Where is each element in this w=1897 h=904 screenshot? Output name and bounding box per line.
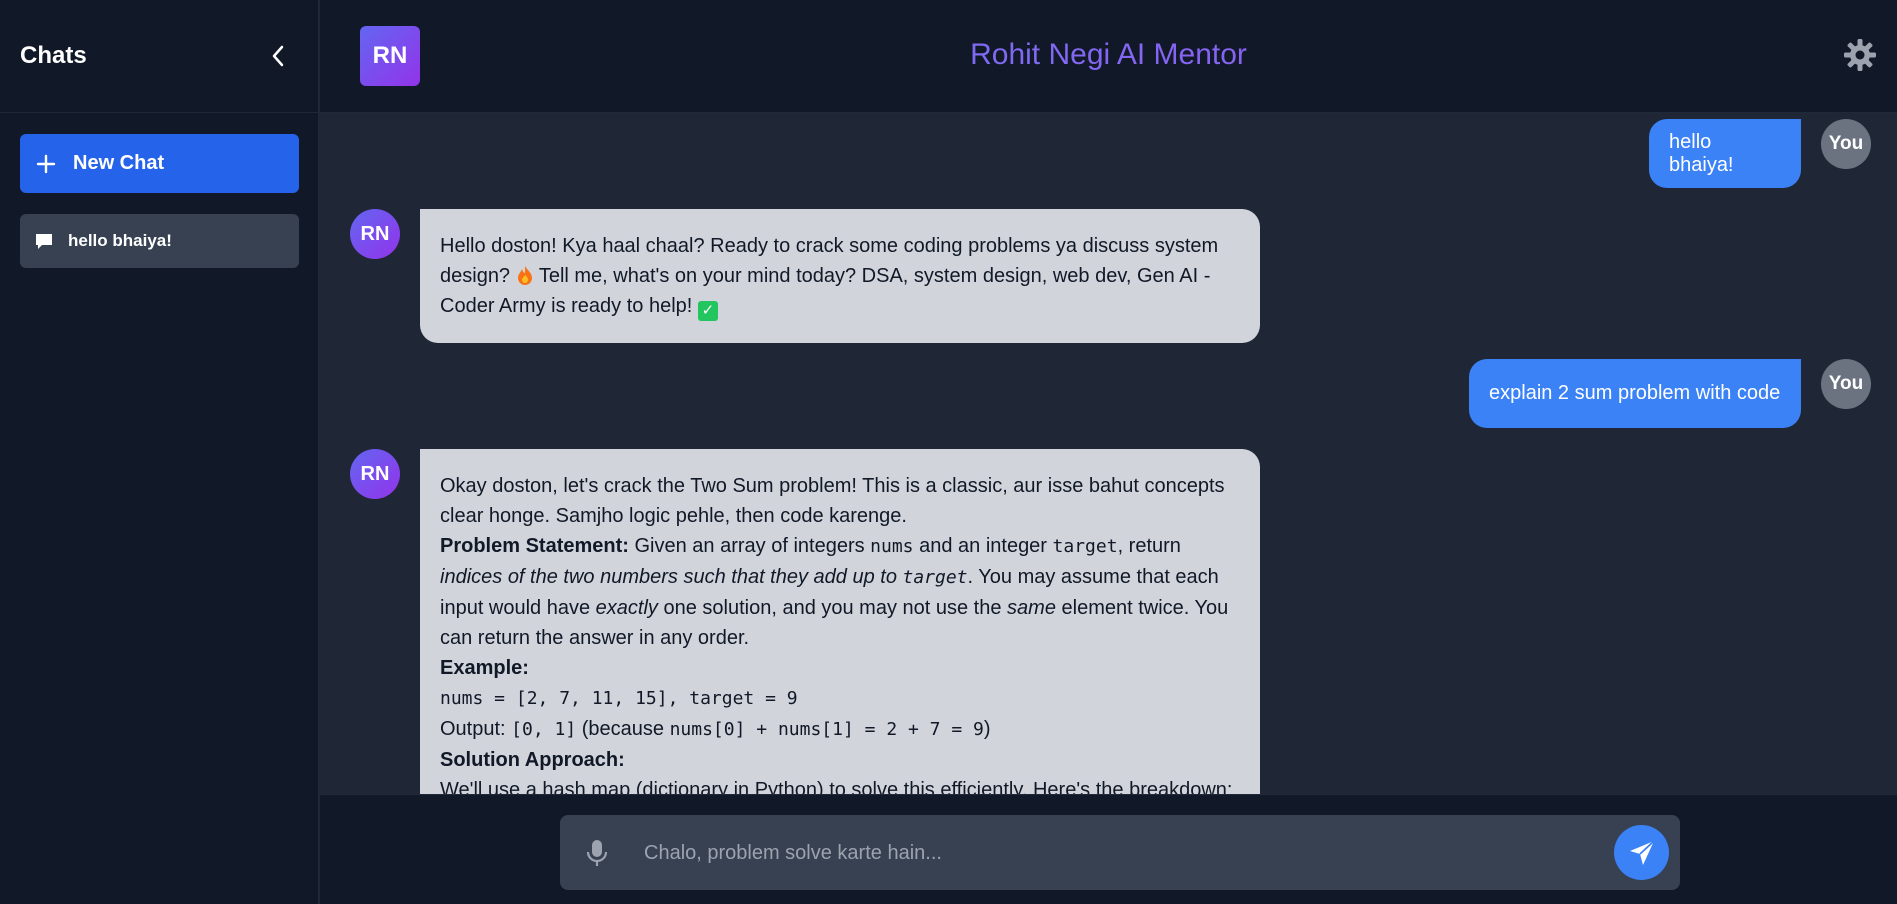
bot-message: Hello doston! Kya haal chaal? Ready to c… [420, 209, 1260, 343]
send-button[interactable] [1614, 825, 1669, 880]
theme-toggle-button[interactable] [1843, 38, 1877, 72]
text-span: (because [576, 718, 670, 740]
problem-statement: Problem Statement: Given an array of int… [440, 531, 1240, 653]
user-avatar: You [1821, 119, 1871, 169]
chat-messages: hello bhaiya! You RN Hello doston! Kya h… [320, 114, 1897, 794]
bot-message: Okay doston, let's crack the Two Sum pro… [420, 449, 1260, 794]
bot-avatar: RN [350, 209, 400, 259]
text-span: one solution, and you may not use the [657, 597, 1008, 619]
check-icon: ✓ [697, 301, 718, 321]
code-span: target [1052, 536, 1118, 557]
solution-approach-text: We'll use a hash map (dictionary in Pyth… [440, 779, 1233, 794]
sidebar-title: Chats [20, 42, 87, 69]
user-message: hello bhaiya! [1649, 119, 1801, 188]
sidebar: Chats New Chat hello bhaiya! [0, 0, 319, 904]
gear-icon [1844, 39, 1876, 71]
text-span: ) [983, 718, 991, 740]
message-input[interactable] [644, 833, 1584, 873]
code-span: [0, 1] [511, 719, 577, 740]
fire-icon [517, 266, 532, 285]
chat-history-label: hello bhaiya! [68, 231, 172, 250]
chat-bubble-icon [36, 234, 52, 249]
text-span: Output: [440, 718, 512, 740]
message-input-wrapper [560, 815, 1680, 890]
example-label: Example: [440, 657, 529, 679]
italic-span: exactly [595, 597, 658, 619]
user-avatar: You [1821, 359, 1871, 409]
italic-span: indices of the two numbers such that the… [440, 566, 903, 588]
mic-icon [586, 840, 608, 866]
message-composer [320, 794, 1897, 904]
text-span: , return [1117, 535, 1181, 557]
example-code: nums = [2, 7, 11, 15], target = 9 [440, 688, 798, 709]
text-span: and an integer [913, 535, 1053, 557]
text-span: Given an array of integers [628, 535, 871, 557]
code-span: target [902, 567, 968, 588]
new-chat-label: New Chat [73, 152, 165, 174]
example-output: Output: [0, 1] (because nums[0] + nums[1… [440, 714, 1240, 745]
mic-button[interactable] [584, 839, 610, 867]
chevron-left-icon [272, 45, 284, 67]
problem-statement-label: Problem Statement: [440, 535, 629, 557]
app-title: Rohit Negi AI Mentor [320, 38, 1897, 72]
send-icon [1629, 839, 1655, 865]
solution-approach-label: Solution Approach: [440, 749, 625, 771]
sidebar-header: Chats [0, 0, 318, 113]
new-chat-button[interactable]: New Chat [20, 134, 299, 193]
plus-icon [36, 154, 56, 173]
code-span: nums[0] + nums[1] = 2 + 7 = 9 [669, 719, 984, 740]
collapse-sidebar-button[interactable] [266, 44, 290, 68]
top-header: RN Rohit Negi AI Mentor [320, 0, 1897, 113]
code-span: nums [870, 536, 914, 557]
bot-message-text: Tell me, what's on your mind today? DSA,… [440, 265, 1211, 317]
chat-history-item[interactable]: hello bhaiya! [20, 214, 299, 268]
bot-avatar: RN [350, 449, 400, 499]
bot-message-intro: Okay doston, let's crack the Two Sum pro… [440, 475, 1225, 527]
user-message: explain 2 sum problem with code [1469, 359, 1801, 428]
italic-span: same [1007, 597, 1056, 619]
